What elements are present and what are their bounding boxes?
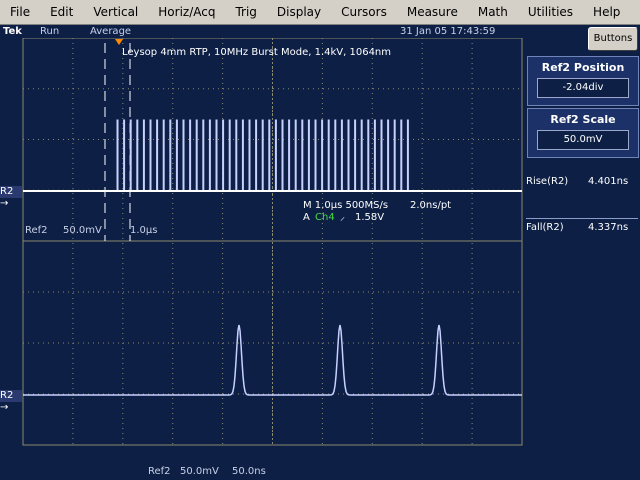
rise-label: Rise(R2)	[526, 176, 569, 187]
lower-r2-marker[interactable]: R2 →	[0, 390, 22, 413]
ref2-scale-value[interactable]: 50.0mV	[537, 130, 629, 150]
upper-ref-label: Ref2	[25, 225, 48, 236]
ref2-scale-panel[interactable]: Ref2 Scale 50.0mV	[527, 108, 639, 158]
menu-edit[interactable]: Edit	[40, 0, 83, 24]
ref2-position-value[interactable]: -2.04div	[537, 78, 629, 98]
measurement-rise: Rise(R2) 4.401ns	[526, 176, 638, 188]
menu-math[interactable]: Math	[468, 0, 518, 24]
trigger-channel: Ch4	[315, 212, 335, 223]
upper-r2-marker[interactable]: R2 →	[0, 186, 22, 209]
sample-readout: 2.0ns/pt	[410, 200, 451, 211]
menu-utilities[interactable]: Utilities	[518, 0, 583, 24]
ref2-position-panel[interactable]: Ref2 Position -2.04div	[527, 56, 639, 106]
lower-ref-scale: 50.0mV	[180, 466, 219, 477]
upper-r2-marker-text: R2	[0, 186, 14, 197]
menu-vertical[interactable]: Vertical	[83, 0, 148, 24]
fall-value: 4.337ns	[588, 222, 629, 233]
trigger-prefix: A	[303, 212, 310, 223]
ref2-position-title: Ref2 Position	[541, 61, 625, 74]
menu-help[interactable]: Help	[583, 0, 630, 24]
acq-mode: Average	[90, 26, 132, 37]
buttons-button[interactable]: Buttons	[588, 27, 638, 51]
measurement-fall: Fall(R2) 4.337ns	[526, 222, 638, 234]
waveform-display: Leysop 4mm RTP, 10MHz Burst Mode, 1.4kV,…	[22, 38, 523, 446]
datetime: 31 Jan 05 17:43:59	[400, 26, 496, 37]
brand-label: Tek	[3, 26, 22, 37]
status-bar: Tek Run Average 31 Jan 05 17:43:59	[0, 25, 640, 39]
menu-display[interactable]: Display	[267, 0, 331, 24]
ref2-scale-title: Ref2 Scale	[550, 113, 616, 126]
trigger-slope-icon: ⸝	[340, 212, 345, 223]
menu-file[interactable]: File	[0, 0, 40, 24]
menu-trig[interactable]: Trig	[225, 0, 266, 24]
fall-label: Fall(R2)	[526, 222, 564, 233]
menu-bar: File Edit Vertical Horiz/Acq Trig Displa…	[0, 0, 640, 25]
measurement-divider	[526, 218, 638, 219]
trigger-level: 1.58V	[355, 212, 384, 223]
timebase-readout: M 1.0μs 500MS/s	[303, 200, 388, 211]
lower-ref-label: Ref2	[148, 466, 171, 477]
rise-value: 4.401ns	[588, 176, 629, 187]
upper-ref-scale: 50.0mV	[63, 225, 102, 236]
waveform-title: Leysop 4mm RTP, 10MHz Burst Mode, 1.4kV,…	[122, 47, 391, 58]
menu-horiz-acq[interactable]: Horiz/Acq	[148, 0, 225, 24]
menu-cursors[interactable]: Cursors	[331, 0, 397, 24]
lower-ref-time: 50.0ns	[232, 466, 266, 477]
run-status: Run	[40, 26, 60, 37]
menu-measure[interactable]: Measure	[397, 0, 468, 24]
upper-ref-time: 1.0μs	[130, 225, 157, 236]
lower-r2-marker-text: R2	[0, 390, 14, 401]
